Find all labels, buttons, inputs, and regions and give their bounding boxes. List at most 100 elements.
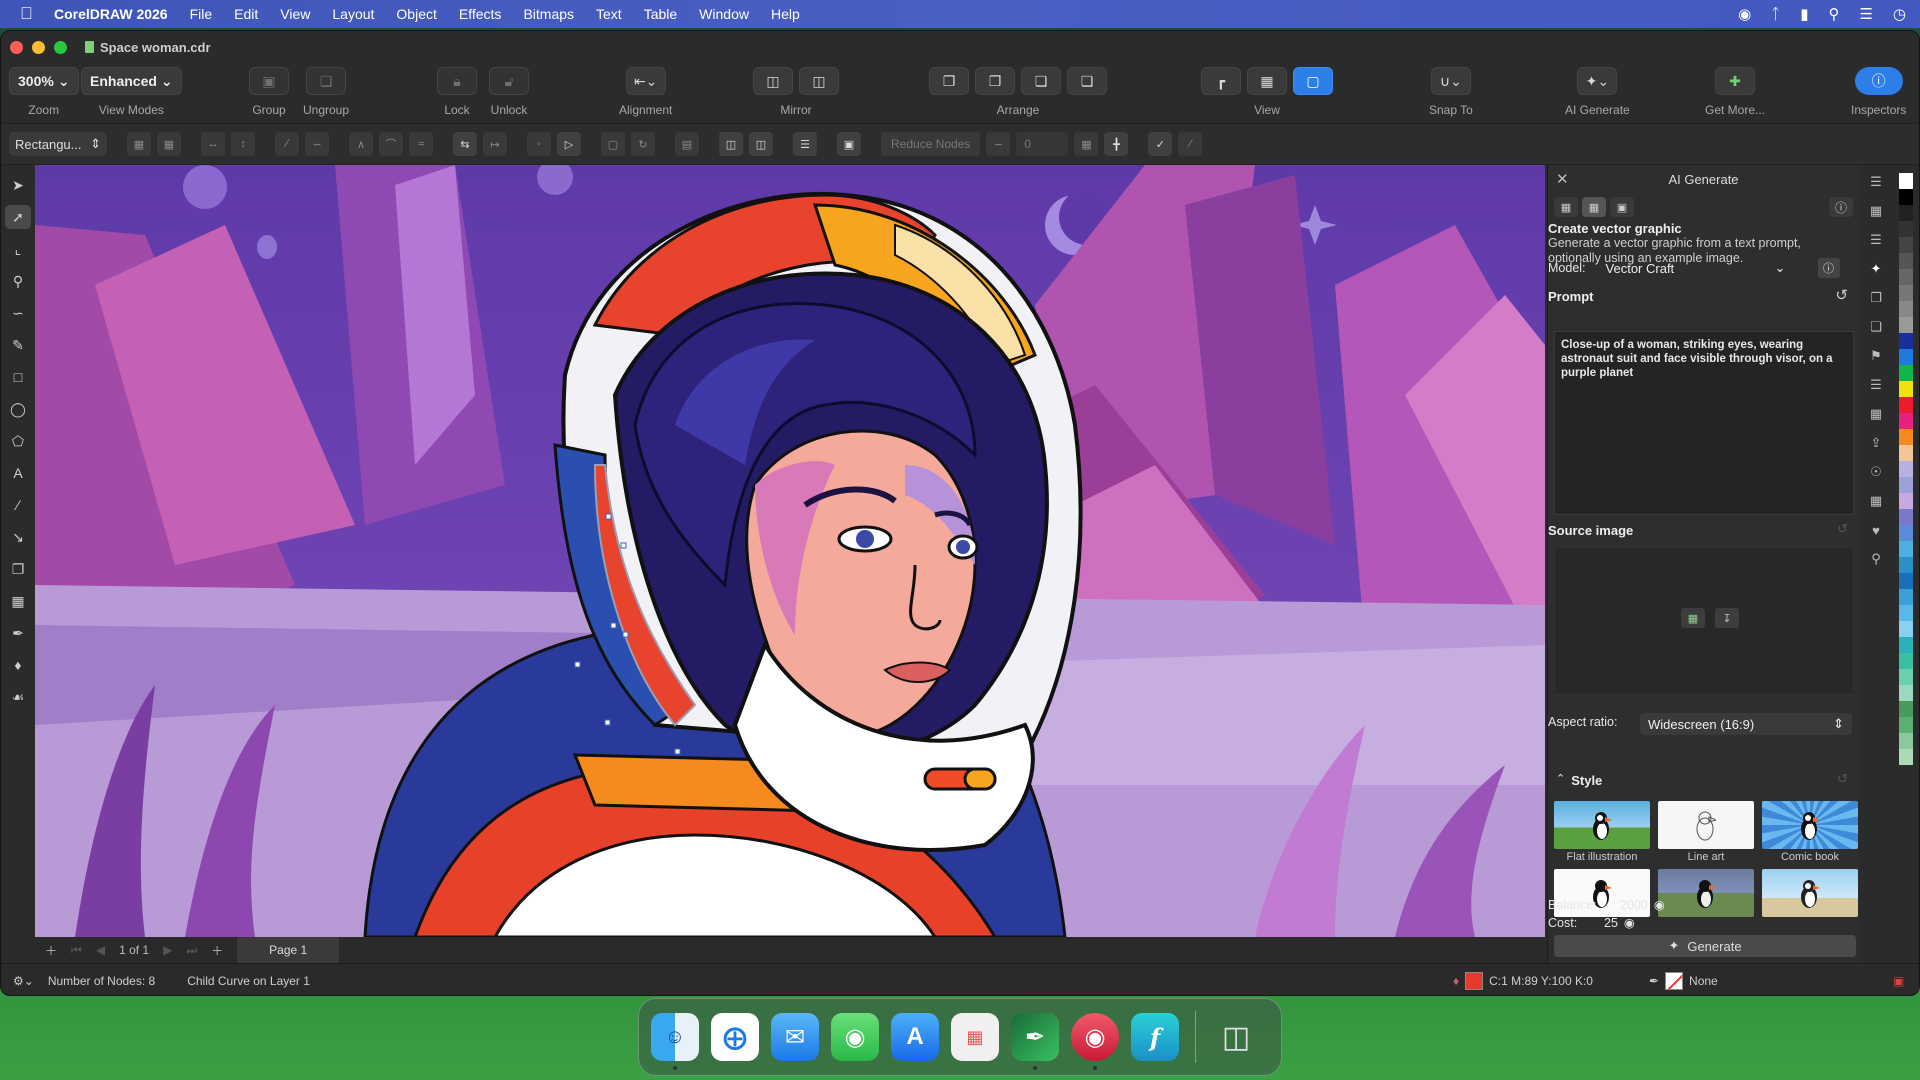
- menu-text[interactable]: Text: [596, 6, 622, 22]
- color-management-icon[interactable]: ▣: [1893, 974, 1904, 988]
- ai-generate-docker-icon[interactable]: ✦: [1865, 258, 1887, 280]
- cusp-button[interactable]: ∧: [349, 132, 373, 156]
- select-image-button[interactable]: ↧: [1715, 608, 1739, 628]
- to-curve-button[interactable]: ∽: [305, 132, 329, 156]
- menu-layout[interactable]: Layout: [332, 6, 374, 22]
- add-page-before-icon[interactable]: ＋: [45, 942, 57, 959]
- prev-page-icon[interactable]: ◀: [96, 943, 105, 957]
- artistic-media-tool[interactable]: ✎: [5, 333, 31, 357]
- collapse-style-icon[interactable]: ⌃: [1556, 772, 1565, 785]
- freehand-tool[interactable]: ∽: [5, 301, 31, 325]
- mirror-nodes-v-button[interactable]: ◫: [749, 132, 773, 156]
- polygon-tool[interactable]: ⬠: [5, 429, 31, 453]
- drop-shadow-tool[interactable]: ❐: [5, 557, 31, 581]
- apple-icon[interactable]: : [20, 4, 42, 24]
- extract-subpath-button[interactable]: ◦: [527, 132, 551, 156]
- layers-icon[interactable]: ☰: [1865, 229, 1887, 251]
- generate-button[interactable]: ✦ Generate: [1554, 935, 1856, 957]
- extend-curve-button[interactable]: ↦: [483, 132, 507, 156]
- spotlight-icon[interactable]: ⚲: [1828, 5, 1839, 23]
- to-back-button[interactable]: ❏: [1067, 67, 1107, 95]
- tab-image-to-vector[interactable]: ▦: [1582, 197, 1606, 217]
- align-distribute-icon[interactable]: ▦: [1865, 403, 1887, 425]
- menu-help[interactable]: Help: [771, 6, 800, 22]
- interactive-fill-tool[interactable]: ♦: [5, 653, 31, 677]
- last-page-icon[interactable]: ⏭: [186, 943, 197, 958]
- swatch-black[interactable]: [1899, 189, 1913, 205]
- close-window-button[interactable]: [10, 40, 23, 54]
- reduce-nodes-button[interactable]: Reduce Nodes: [881, 132, 981, 156]
- break-curve-button[interactable]: ↕: [231, 132, 255, 156]
- prompt-textarea[interactable]: Close-up of a woman, striking eyes, wear…: [1554, 331, 1854, 515]
- tags-icon[interactable]: ⚑: [1865, 345, 1887, 367]
- zoom-dropdown[interactable]: 300% ⌄: [9, 67, 79, 95]
- page-border-button[interactable]: ▢: [1293, 67, 1333, 95]
- model-info-icon[interactable]: ⓘ: [1817, 258, 1840, 278]
- lock-button[interactable]: 🔒︎: [437, 67, 477, 95]
- clock-icon[interactable]: ◷: [1893, 5, 1906, 23]
- safari-icon[interactable]: ⨁: [711, 1013, 759, 1061]
- export-icon[interactable]: ⇪: [1865, 432, 1887, 454]
- group-button[interactable]: ▣: [249, 67, 289, 95]
- eyedropper-tool[interactable]: ✒: [5, 621, 31, 645]
- to-front-button[interactable]: ❐: [929, 67, 969, 95]
- menu-window[interactable]: Window: [699, 6, 749, 22]
- view-mode-dropdown[interactable]: Enhanced ⌄: [81, 67, 182, 95]
- grid-button[interactable]: ▦: [1247, 67, 1287, 95]
- gear-icon[interactable]: ⚙⌄: [13, 974, 34, 988]
- maximize-window-button[interactable]: [54, 40, 67, 54]
- smooth-button[interactable]: ⌒: [379, 132, 403, 156]
- outline-color-swatch[interactable]: [1665, 972, 1684, 990]
- reverse-direction-button[interactable]: ⇆: [453, 132, 477, 156]
- fill-color-swatch[interactable]: [1465, 972, 1484, 990]
- reset-style-icon[interactable]: ↺: [1837, 771, 1848, 787]
- mirror-vertical-button[interactable]: ◫: [799, 67, 839, 95]
- ungroup-button[interactable]: ❏: [306, 67, 347, 95]
- shape-tool[interactable]: ➚: [5, 205, 31, 229]
- rulers-button[interactable]: ┏: [1201, 67, 1241, 95]
- assets-icon[interactable]: ❐: [1865, 287, 1887, 309]
- info-button[interactable]: ⓘ: [1829, 197, 1853, 217]
- reset-prompt-icon[interactable]: ↺: [1835, 286, 1848, 304]
- elastic-mode-button[interactable]: ☰: [793, 132, 817, 156]
- find-replace-icon[interactable]: ☉: [1865, 461, 1887, 483]
- close-icon[interactable]: ✕: [1556, 170, 1569, 188]
- snap-to-button[interactable]: ∪⌄: [1430, 67, 1471, 95]
- control-center-icon[interactable]: ☰: [1859, 5, 1872, 23]
- stretch-nodes-button[interactable]: ▢: [601, 132, 625, 156]
- smart-fill-tool[interactable]: ☙: [5, 685, 31, 709]
- properties-icon[interactable]: ☰: [1865, 171, 1887, 193]
- reset-source-icon[interactable]: ↺: [1837, 521, 1848, 537]
- app-menu[interactable]: CorelDRAW 2026: [54, 6, 168, 22]
- next-page-icon[interactable]: ▶: [163, 943, 172, 957]
- model-dropdown[interactable]: Vector Craft ⌄: [1600, 257, 1792, 279]
- connector-tool[interactable]: ↘: [5, 525, 31, 549]
- inspectors-button[interactable]: ⓘ: [1854, 67, 1903, 95]
- add-page-after-icon[interactable]: ＋: [211, 942, 223, 959]
- pick-tool[interactable]: ➤: [5, 173, 31, 197]
- symbols-icon[interactable]: ❏: [1865, 316, 1887, 338]
- wifi-icon[interactable]: ◉: [1738, 5, 1751, 23]
- style-option-comic[interactable]: Comic book: [1762, 801, 1858, 865]
- app-store-icon[interactable]: A: [891, 1013, 939, 1061]
- menu-effects[interactable]: Effects: [459, 6, 502, 22]
- join-nodes-button[interactable]: ↔: [201, 132, 225, 156]
- rotate-nodes-button[interactable]: ↻: [631, 132, 655, 156]
- node-add-button[interactable]: ▦: [127, 132, 151, 156]
- to-line-button[interactable]: ∕: [275, 132, 299, 156]
- no-color-swatch[interactable]: [1899, 173, 1913, 189]
- search-icon[interactable]: ⚲: [1865, 548, 1887, 570]
- minimize-window-button[interactable]: [32, 40, 45, 54]
- finder-icon[interactable]: ☺: [651, 1013, 699, 1070]
- corel-photo-paint-icon[interactable]: ◉: [1071, 1013, 1119, 1070]
- style-option-line-art[interactable]: Line art: [1658, 801, 1754, 865]
- node-tool-extra-button[interactable]: ∕: [1178, 132, 1203, 156]
- mirror-horizontal-button[interactable]: ◫: [753, 67, 793, 95]
- menu-object[interactable]: Object: [396, 6, 436, 22]
- crop-tool[interactable]: ⌞: [5, 237, 31, 261]
- corel-font-manager-icon[interactable]: f: [1131, 1013, 1179, 1061]
- aspect-ratio-dropdown[interactable]: Widescreen (16:9) ⇕: [1640, 713, 1852, 735]
- zoom-tool[interactable]: ⚲: [5, 269, 31, 293]
- node-alignment-button[interactable]: ╋: [1104, 132, 1129, 156]
- coreldraw-icon[interactable]: ✒: [1011, 1013, 1059, 1070]
